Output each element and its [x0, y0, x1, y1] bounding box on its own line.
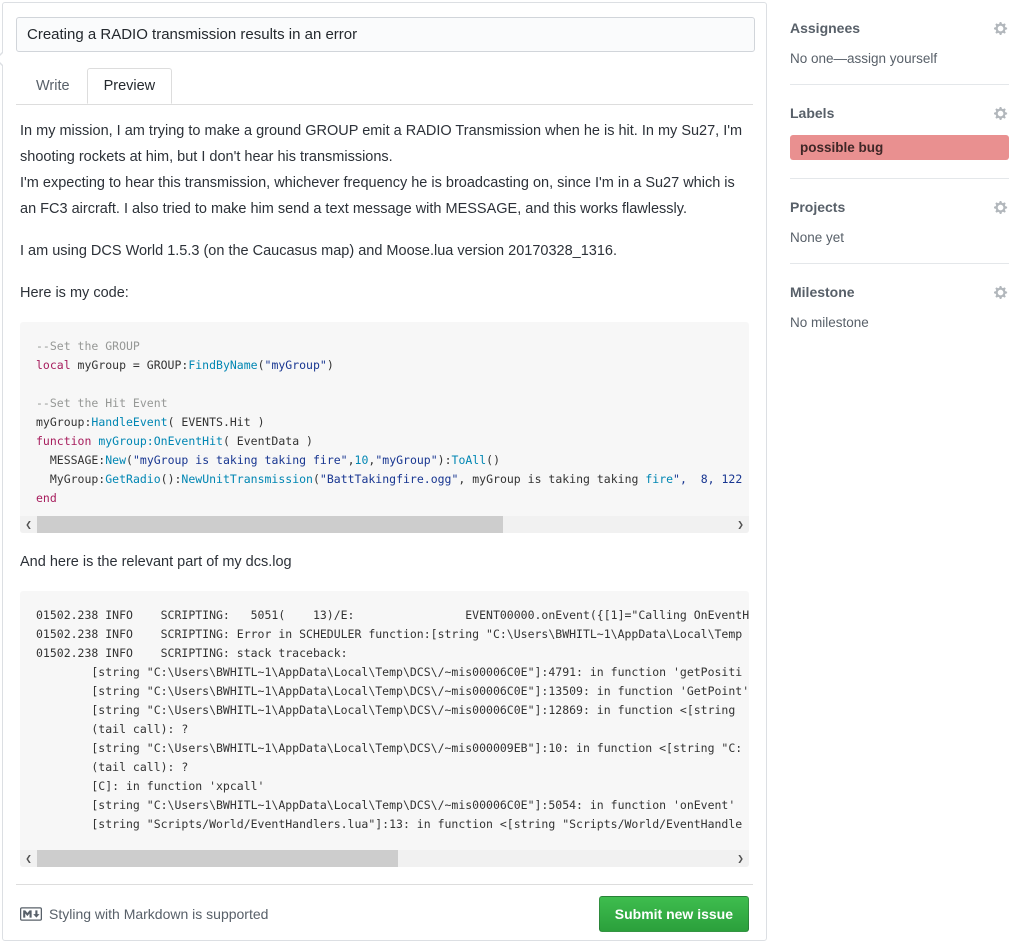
lua-code-block: --Set the GROUP local myGroup = GROUP:Fi…	[20, 322, 749, 533]
issue-sidebar: Assignees No one—assign yourself Labels …	[790, 0, 1009, 348]
gear-icon[interactable]	[994, 21, 1009, 36]
tab-preview[interactable]: Preview	[87, 68, 173, 104]
dcs-log-block: 01502.238 INFO SCRIPTING: 5051( 13)/E: E…	[20, 591, 749, 867]
sidebar-section-projects: Projects None yet	[790, 179, 1009, 264]
code-horizontal-scrollbar[interactable]: ❮❯	[20, 516, 749, 533]
markdown-icon	[20, 907, 42, 921]
assignees-value[interactable]: No one—assign yourself	[790, 51, 1009, 66]
issue-body-paragraph: Here is my code:	[20, 280, 749, 306]
gear-icon[interactable]	[994, 106, 1009, 121]
scrollbar-thumb[interactable]	[37, 516, 503, 533]
assignees-title: Assignees	[790, 20, 860, 36]
preview-pane: In my mission, I am trying to make a gro…	[16, 118, 753, 867]
issue-body-paragraph: And here is the relevant part of my dcs.…	[20, 549, 749, 575]
sidebar-section-labels: Labels possible bug	[790, 85, 1009, 179]
form-footer: Styling with Markdown is supported Submi…	[16, 885, 753, 932]
sidebar-section-assignees: Assignees No one—assign yourself	[790, 0, 1009, 85]
write-preview-tabs: WritePreview	[16, 67, 753, 105]
tab-write[interactable]: Write	[19, 68, 87, 104]
projects-title: Projects	[790, 199, 845, 215]
new-issue-form: WritePreview In my mission, I am trying …	[2, 2, 767, 941]
scroll-left-icon[interactable]: ❮	[20, 516, 37, 533]
milestone-value: No milestone	[790, 315, 1009, 330]
projects-value: None yet	[790, 230, 1009, 245]
scrollbar-thumb[interactable]	[37, 850, 398, 867]
scroll-right-icon[interactable]: ❯	[732, 850, 749, 867]
labels-title: Labels	[790, 105, 834, 121]
submit-new-issue-button[interactable]: Submit new issue	[599, 896, 749, 932]
scroll-right-icon[interactable]: ❯	[732, 516, 749, 533]
markdown-supported-link[interactable]: Styling with Markdown is supported	[20, 906, 268, 922]
issue-body-paragraph: I am using DCS World 1.5.3 (on the Cauca…	[20, 238, 749, 264]
sidebar-section-milestone: Milestone No milestone	[790, 264, 1009, 348]
gear-icon[interactable]	[994, 285, 1009, 300]
issue-title-input[interactable]	[16, 17, 755, 52]
issue-body-paragraph: In my mission, I am trying to make a gro…	[20, 118, 749, 222]
label-possible-bug[interactable]: possible bug	[790, 135, 1009, 160]
milestone-title: Milestone	[790, 284, 855, 300]
log-horizontal-scrollbar[interactable]: ❮❯	[20, 850, 749, 867]
scroll-left-icon[interactable]: ❮	[20, 850, 37, 867]
gear-icon[interactable]	[994, 200, 1009, 215]
comment-box-caret	[0, 51, 3, 67]
